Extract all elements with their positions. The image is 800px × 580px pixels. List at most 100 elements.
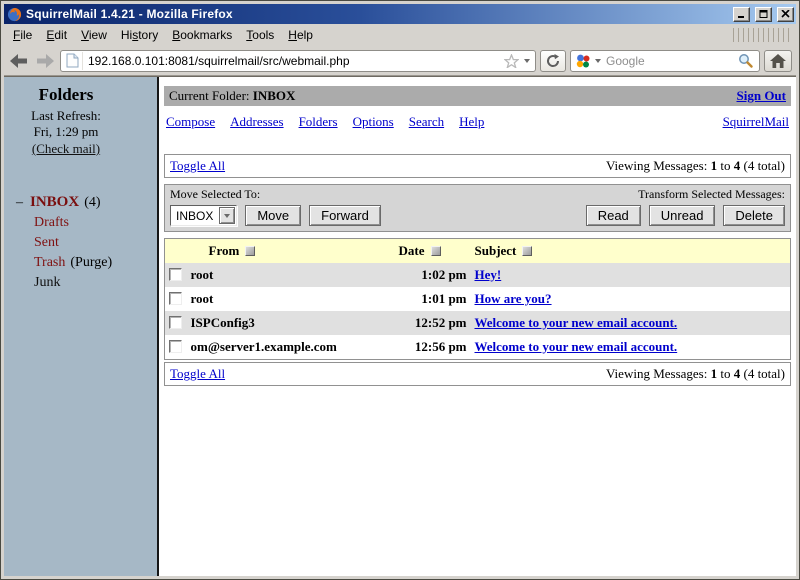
row-checkbox[interactable]	[169, 292, 182, 305]
unread-button[interactable]: Unread	[649, 205, 716, 226]
viewing-messages-top: Viewing Messages: 1 to 4 (4 total)	[606, 158, 785, 174]
last-refresh-label: Last Refresh:	[10, 108, 122, 124]
sort-subject-icon[interactable]	[522, 246, 532, 256]
window-title: SquirrelMail 1.4.21 - Mozilla Firefox	[26, 7, 728, 21]
folder-item-inbox: –INBOX (4)	[10, 192, 153, 213]
message-row: root 1:02 pm Hey!	[165, 263, 791, 287]
pager-top: Toggle All Viewing Messages: 1 to 4 (4 t…	[164, 154, 791, 178]
search-go-icon[interactable]	[738, 53, 753, 68]
row-checkbox[interactable]	[169, 316, 182, 329]
purge-link[interactable]: (Purge)	[70, 255, 112, 270]
page-icon	[63, 52, 83, 70]
forward-button-mail[interactable]: Forward	[309, 205, 381, 226]
folder-item-junk: Junk	[10, 273, 153, 293]
page-viewport: Folders Last Refresh: Fri, 1:29 pm (Chec…	[4, 76, 796, 576]
firefox-icon	[7, 7, 22, 22]
bookmark-star-icon[interactable]	[504, 54, 519, 68]
folder-item-trash: Trash (Purge)	[10, 253, 153, 273]
maximize-button[interactable]	[755, 7, 772, 22]
message-table: From Date Subject root 1:02 pm Hey! root…	[164, 238, 791, 360]
menu-history[interactable]: History	[114, 25, 165, 45]
transform-label: Transform Selected Messages:	[638, 187, 785, 202]
reload-button[interactable]	[540, 50, 566, 72]
title-bar: SquirrelMail 1.4.21 - Mozilla Firefox	[4, 4, 796, 24]
sort-from-icon[interactable]	[245, 246, 255, 256]
nav-help[interactable]: Help	[459, 114, 484, 130]
sort-date-icon[interactable]	[431, 246, 441, 256]
nav-search[interactable]: Search	[409, 114, 444, 130]
msg-subject-link[interactable]: Welcome to your new email account.	[475, 315, 678, 330]
msg-date: 12:52 pm	[395, 311, 471, 335]
col-subject: Subject	[475, 243, 517, 258]
select-dropdown-icon[interactable]	[219, 207, 235, 224]
check-mail-link[interactable]: (Check mail)	[32, 141, 100, 156]
sign-out-link[interactable]: Sign Out	[737, 88, 787, 104]
home-button[interactable]	[764, 50, 792, 72]
message-actions-bar: Move Selected To: INBOX Move Forward Tra…	[164, 184, 791, 232]
navigation-toolbar: 192.168.0.101:8081/squirrelmail/src/webm…	[4, 46, 796, 76]
delete-button[interactable]: Delete	[723, 205, 785, 226]
collapse-dash-icon: –	[16, 195, 23, 210]
move-to-select[interactable]: INBOX	[170, 205, 237, 226]
folder-item-sent: Sent	[10, 233, 153, 253]
folder-list: –INBOX (4) Drafts Sent Trash (Purge) Junk	[10, 192, 153, 293]
toggle-all-link-top[interactable]: Toggle All	[170, 158, 225, 174]
pager-bottom: Toggle All Viewing Messages: 1 to 4 (4 t…	[164, 362, 791, 386]
row-checkbox[interactable]	[169, 340, 182, 353]
nav-compose[interactable]: Compose	[166, 114, 215, 130]
current-folder-label: Current Folder:	[169, 88, 250, 103]
msg-date: 1:01 pm	[395, 287, 471, 311]
search-input[interactable]: Google	[570, 50, 760, 72]
message-list-area: Current Folder: INBOX Sign Out Compose A…	[159, 77, 796, 576]
url-bar[interactable]: 192.168.0.101:8081/squirrelmail/src/webm…	[60, 50, 536, 72]
msg-subject-link[interactable]: Welcome to your new email account.	[475, 339, 678, 354]
col-date: Date	[399, 243, 425, 258]
forward-button[interactable]	[34, 50, 56, 72]
folder-link-inbox[interactable]: INBOX	[30, 194, 79, 210]
folder-link-sent[interactable]: Sent	[34, 235, 59, 250]
current-folder-bar: Current Folder: INBOX Sign Out	[164, 86, 791, 106]
menu-file[interactable]: File	[6, 25, 39, 45]
msg-from: root	[187, 287, 395, 311]
folder-link-trash[interactable]: Trash	[34, 255, 65, 270]
menu-help[interactable]: Help	[281, 25, 320, 45]
msg-date: 12:56 pm	[395, 335, 471, 359]
move-button[interactable]: Move	[245, 205, 301, 226]
close-icon[interactable]	[777, 7, 794, 22]
minimize-button[interactable]	[733, 7, 750, 22]
folder-item-drafts: Drafts	[10, 213, 153, 233]
nav-options[interactable]: Options	[353, 114, 394, 130]
webmail-nav: Compose Addresses Folders Options Search…	[166, 114, 789, 130]
msg-subject-link[interactable]: How are you?	[475, 291, 552, 306]
toolbar-grip	[733, 28, 791, 42]
msg-from: om@server1.example.com	[187, 335, 395, 359]
folder-link-junk[interactable]: Junk	[34, 275, 60, 290]
message-row: root 1:01 pm How are you?	[165, 287, 791, 311]
menu-edit[interactable]: Edit	[39, 25, 74, 45]
nav-folders[interactable]: Folders	[299, 114, 338, 130]
folder-link-drafts[interactable]: Drafts	[34, 215, 69, 230]
row-checkbox[interactable]	[169, 268, 182, 281]
search-engine-icon[interactable]	[576, 54, 590, 68]
msg-from: root	[187, 263, 395, 287]
url-text[interactable]: 192.168.0.101:8081/squirrelmail/src/webm…	[88, 54, 499, 68]
viewing-messages-bottom: Viewing Messages: 1 to 4 (4 total)	[606, 366, 785, 382]
msg-date: 1:02 pm	[395, 263, 471, 287]
col-from: From	[209, 243, 240, 258]
menu-view[interactable]: View	[74, 25, 114, 45]
menu-tools[interactable]: Tools	[239, 25, 281, 45]
read-button[interactable]: Read	[586, 205, 641, 226]
toggle-all-link-bottom[interactable]: Toggle All	[170, 366, 225, 382]
nav-addresses[interactable]: Addresses	[230, 114, 283, 130]
msg-subject-link[interactable]: Hey!	[475, 267, 502, 282]
url-dropdown-icon[interactable]	[524, 59, 530, 63]
back-button[interactable]	[8, 50, 30, 72]
msg-from: ISPConfig3	[187, 311, 395, 335]
message-row: ISPConfig3 12:52 pm Welcome to your new …	[165, 311, 791, 335]
squirrelmail-brand-link[interactable]: SquirrelMail	[723, 114, 789, 130]
message-row: om@server1.example.com 12:56 pm Welcome …	[165, 335, 791, 359]
inbox-unread-count: (4)	[84, 195, 100, 210]
search-engine-dropdown-icon[interactable]	[595, 59, 601, 63]
menu-bookmarks[interactable]: Bookmarks	[165, 25, 239, 45]
menu-bar: File Edit View History Bookmarks Tools H…	[4, 24, 796, 46]
